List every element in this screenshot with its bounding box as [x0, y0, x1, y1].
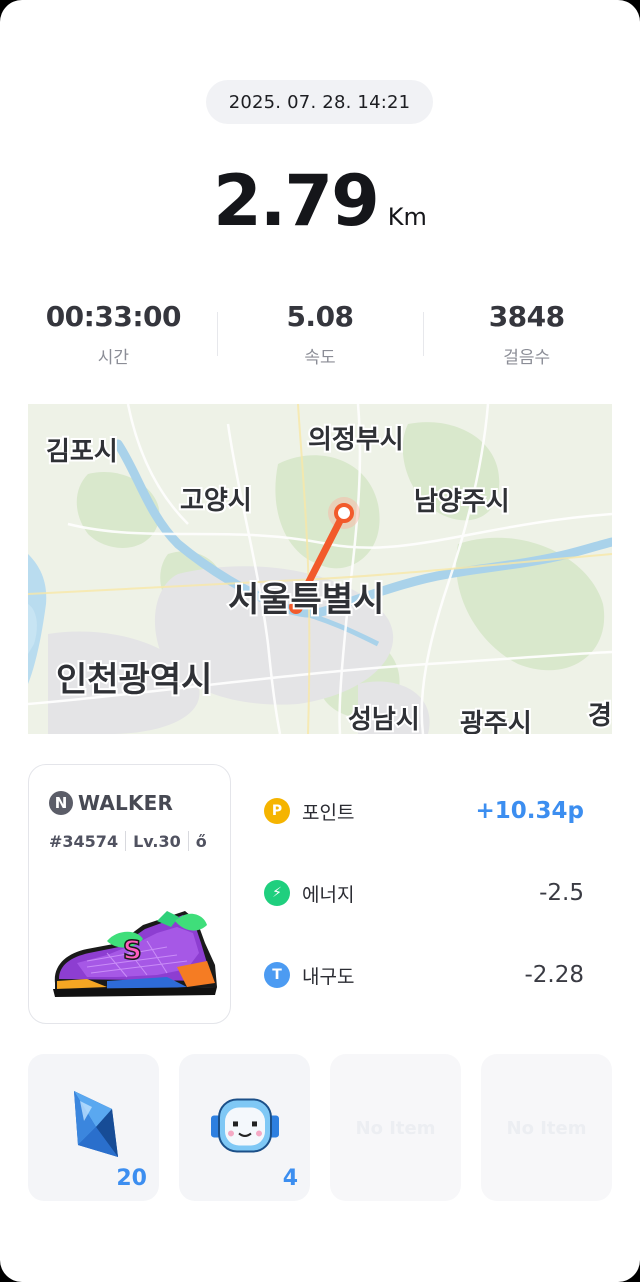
item-count: 20 — [116, 1166, 147, 1191]
nft-level: Lv.30 — [133, 831, 181, 851]
stat-speed-label: 속도 — [304, 348, 336, 368]
durability-icon: T — [264, 962, 290, 988]
svg-text:S: S — [123, 936, 142, 966]
item-slot-crystal[interactable]: 20 — [28, 1054, 159, 1201]
map-label-uijeongbu: 의정부시 — [308, 425, 404, 455]
nft-id: #34574 — [49, 831, 119, 851]
distance-value: 2.79 — [213, 160, 380, 242]
nft-extra: ő — [195, 831, 207, 851]
map-label-gwangju: 광주시 — [460, 709, 532, 734]
nft-brand: N WALKER — [49, 791, 173, 815]
point-icon: P — [264, 798, 290, 824]
stat-time: 00:33:00 시간 — [10, 300, 217, 380]
metric-energy: ⚡ 에너지 -2.5 — [264, 867, 594, 919]
map-label-goyang: 고양시 — [180, 486, 252, 516]
walker-logo-icon: N — [49, 791, 73, 815]
stats-row: 00:33:00 시간 5.08 속도 3848 걸음수 — [10, 300, 630, 380]
metric-energy-label: 에너지 — [302, 883, 355, 906]
map-canvas: 김포시 의정부시 고양시 남양주시 서울특별시 인천광역시 성남시 광주시 경 — [28, 404, 612, 734]
meta-divider — [125, 831, 127, 851]
route-end-marker — [334, 503, 354, 523]
workout-summary-card: 2025. 07. 28. 14:21 2.79 Km 00:33:00 시간 … — [0, 0, 640, 1282]
empty-slot-label: No Item — [355, 1118, 436, 1139]
reward-metrics: P 포인트 +10.34p ⚡ 에너지 -2.5 T 내구도 -2.28 — [264, 785, 594, 1031]
meta-divider — [187, 831, 189, 851]
map-label-gyeong: 경 — [588, 701, 612, 731]
map-label-namyangju: 남양주시 — [414, 487, 510, 517]
map-label-incheon: 인천광역시 — [56, 660, 212, 700]
metric-point-value: +10.34p — [475, 798, 585, 824]
map-label-seongnam: 성남시 — [348, 705, 420, 734]
nft-meta: #34574 Lv.30 ő — [49, 831, 207, 851]
item-slots: 20 4 No Item No Item — [28, 1054, 612, 1202]
empty-slot-label: No Item — [506, 1118, 587, 1139]
stat-speed-value: 5.08 — [286, 300, 354, 333]
metric-durability-label: 내구도 — [302, 965, 355, 988]
date-badge: 2025. 07. 28. 14:21 — [206, 80, 433, 124]
item-slot-empty[interactable]: No Item — [481, 1054, 612, 1201]
distance-unit: Km — [387, 203, 427, 231]
brand-name: WALKER — [78, 791, 174, 815]
metric-point-label: 포인트 — [302, 801, 355, 824]
metric-durability: T 내구도 -2.28 — [264, 949, 594, 1001]
sneaker-image-icon: S — [53, 911, 217, 997]
map-label-gimpo: 김포시 — [46, 437, 118, 467]
item-slot-robot[interactable]: 4 — [179, 1054, 310, 1201]
metric-energy-value: -2.5 — [539, 880, 584, 906]
stat-time-label: 시간 — [97, 348, 129, 368]
distance-display: 2.79 Km — [0, 160, 640, 250]
stat-speed: 5.08 속도 — [216, 300, 424, 380]
route-map[interactable]: 김포시 의정부시 고양시 남양주시 서울특별시 인천광역시 성남시 광주시 경 — [28, 404, 612, 734]
item-count: 4 — [282, 1166, 298, 1191]
crystal-icon — [73, 1090, 118, 1157]
nft-sneaker-card[interactable]: N WALKER #34574 Lv.30 ő S — [28, 764, 231, 1024]
stat-steps: 3848 걸음수 — [423, 300, 630, 380]
item-slot-empty[interactable]: No Item — [330, 1054, 461, 1201]
energy-icon: ⚡ — [264, 880, 290, 906]
robot-head-icon — [210, 1097, 279, 1152]
stat-time-value: 00:33:00 — [45, 300, 182, 333]
metric-durability-value: -2.28 — [524, 962, 584, 988]
map-label-seoul: 서울특별시 — [228, 580, 384, 620]
stat-steps-label: 걸음수 — [503, 348, 551, 368]
stat-steps-value: 3848 — [488, 300, 565, 333]
metric-point: P 포인트 +10.34p — [264, 785, 594, 837]
